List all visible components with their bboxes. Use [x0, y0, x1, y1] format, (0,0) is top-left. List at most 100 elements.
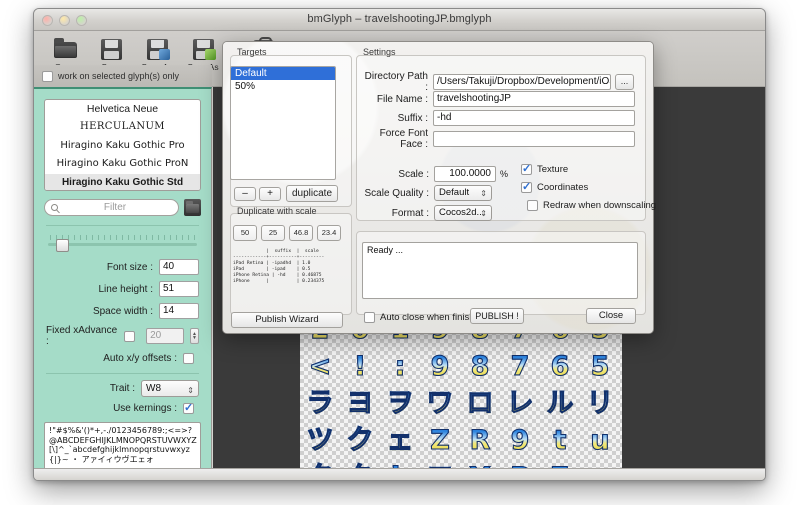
glyph-cell[interactable]: 5 — [580, 348, 620, 385]
scale-quality-select[interactable]: Default — [434, 185, 492, 201]
format-select[interactable]: Cocos2d... — [434, 205, 492, 221]
glyph-cell[interactable]: Y — [460, 459, 500, 468]
scale-button-50[interactable]: 50 — [233, 225, 257, 241]
work-on-selected-glyphs-row[interactable]: work on selected glyph(s) only — [34, 65, 212, 87]
glyph-cell[interactable]: レ — [500, 385, 540, 422]
charset-textarea[interactable]: !"#$%&'()*+,-./0123456789:;<=>?@ABCDEFGH… — [44, 422, 201, 474]
close-dialog-button[interactable]: Close — [586, 308, 636, 324]
file-name-row: File Name : travelshootingJP — [364, 91, 635, 107]
redraw-row[interactable]: Redraw when downscaling — [527, 200, 656, 211]
coordinates-label: Coordinates — [537, 182, 589, 193]
space-width-input[interactable]: 14 — [159, 303, 199, 319]
font-family-list[interactable]: Helvetica Neue HERCULANUM Hiragino Kaku … — [44, 99, 201, 191]
glyph-cell[interactable]: 8 — [460, 348, 500, 385]
space-width-label: Space width : — [92, 305, 153, 317]
duplicate-with-scale-label: Duplicate with scale — [237, 206, 317, 216]
targets-list[interactable]: Default 50% — [230, 66, 336, 180]
glyph-cell[interactable]: ル — [540, 385, 580, 422]
file-name-input[interactable]: travelshootingJP — [433, 91, 635, 107]
glyph-cell[interactable]: t — [540, 422, 580, 459]
glyph-cell[interactable]: P — [500, 459, 540, 468]
glyph-cell[interactable]: ヨ — [340, 385, 380, 422]
file-name-label: File Name : — [376, 93, 428, 105]
font-list-item[interactable]: Hiragino Kaku Gothic ProN — [45, 155, 200, 173]
glyph-cell[interactable]: Z — [420, 422, 460, 459]
publish-confirm-button[interactable]: PUBLISH ! — [470, 308, 524, 324]
glyph-cell[interactable]: k — [380, 459, 420, 468]
fixed-xadvance-checkbox[interactable] — [124, 330, 136, 342]
fixed-xadvance-stepper[interactable]: ▲ ▼ — [190, 328, 199, 344]
auto-offsets-checkbox[interactable] — [183, 353, 194, 364]
directory-path-input[interactable]: /Users/Takuji/Dropbox/Development/iOS/Tr… — [433, 74, 611, 90]
texture-row[interactable]: Texture — [521, 162, 568, 175]
glyph-cell[interactable]: : — [380, 348, 420, 385]
font-list-item[interactable]: Hiragino Kaku Gothic Pro — [45, 137, 200, 155]
glyph-cell[interactable]: ク — [340, 422, 380, 459]
font-settings-sidebar: Helvetica Neue HERCULANUM Hiragino Kaku … — [34, 87, 212, 474]
add-font-folder-button[interactable] — [184, 199, 201, 216]
fixed-xadvance-input[interactable]: 20 — [146, 328, 184, 344]
add-target-button[interactable]: + — [259, 187, 281, 201]
glyph-cell[interactable]: 7 — [540, 459, 580, 468]
glyph-cell[interactable]: R — [460, 422, 500, 459]
glyph-cell[interactable]: タ — [300, 459, 340, 468]
redraw-checkbox[interactable] — [527, 200, 538, 211]
font-list-item-selected[interactable]: Hiragino Kaku Gothic Std — [45, 173, 200, 190]
publish-wizard-button[interactable]: Publish Wizard — [231, 312, 343, 328]
scale-label: Scale : — [398, 168, 429, 180]
glyph-cell[interactable]: < — [300, 348, 340, 385]
glyph-cell[interactable]: q — [580, 459, 620, 468]
coordinates-checkbox[interactable] — [521, 180, 532, 193]
auto-close-checkbox[interactable] — [364, 312, 375, 323]
trait-label: Trait : — [109, 383, 135, 394]
filter-input[interactable]: Filter — [44, 199, 179, 216]
fixed-xadvance-row: Fixed xAdvance : 20 ▲ ▼ — [46, 325, 199, 347]
font-size-slider[interactable] — [48, 235, 197, 253]
console-output: Ready ... — [362, 242, 638, 299]
scale-button-46-8[interactable]: 46.8 — [289, 225, 313, 241]
coordinates-row[interactable]: Coordinates — [521, 180, 589, 193]
glyph-cell[interactable]: エ — [420, 459, 460, 468]
window-titlebar[interactable]: bmGlyph – travelshootingJP.bmglyph — [34, 9, 765, 31]
suffix-input[interactable]: -hd — [433, 110, 635, 126]
glyph-cell[interactable]: 6 — [540, 348, 580, 385]
auto-offsets-label: Auto x/y offsets : — [103, 353, 177, 364]
font-list-item[interactable]: HERCULANUM — [45, 118, 200, 136]
work-on-selected-glyphs-checkbox[interactable] — [42, 70, 53, 82]
slider-track — [48, 243, 197, 246]
auto-close-row[interactable]: Auto close when finished — [364, 312, 485, 323]
browse-directory-button[interactable]: ... — [615, 74, 634, 90]
glyph-cell[interactable]: 9 — [420, 348, 460, 385]
force-font-face-input[interactable] — [433, 131, 635, 147]
trait-select[interactable]: W8 — [141, 380, 199, 398]
glyph-cell[interactable]: ロ — [460, 385, 500, 422]
scale-button-23-4[interactable]: 23.4 — [317, 225, 341, 241]
scale-input[interactable]: 100.0000 — [434, 166, 496, 182]
duplicate-target-button[interactable]: duplicate — [286, 185, 338, 202]
remove-target-button[interactable]: – — [234, 187, 256, 201]
target-list-item[interactable]: 50% — [231, 80, 335, 93]
glyph-cell[interactable]: リ — [580, 385, 620, 422]
glyph-cell[interactable]: ツ — [300, 422, 340, 459]
glyph-cell[interactable]: ェ — [380, 422, 420, 459]
texture-checkbox[interactable] — [521, 162, 532, 175]
glyph-cell[interactable]: ワ — [420, 385, 460, 422]
font-list-item[interactable]: Helvetica Neue — [45, 100, 200, 118]
glyph-cell[interactable]: ヲ — [380, 385, 420, 422]
work-on-selected-glyphs-label: work on selected glyph(s) only — [58, 71, 180, 81]
line-height-input[interactable]: 51 — [159, 281, 199, 297]
floppy-disk-icon — [98, 36, 125, 61]
glyph-cell[interactable]: ク — [340, 459, 380, 468]
font-size-input[interactable]: 40 — [159, 259, 199, 275]
divider — [46, 225, 199, 226]
target-list-item-selected[interactable]: Default — [231, 67, 335, 80]
use-kernings-checkbox[interactable] — [183, 401, 194, 414]
glyph-cell[interactable]: 9 — [500, 422, 540, 459]
glyph-cell[interactable]: u — [580, 422, 620, 459]
glyph-cell[interactable]: 7 — [500, 348, 540, 385]
scale-button-25[interactable]: 25 — [261, 225, 285, 241]
slider-knob[interactable] — [56, 239, 69, 252]
glyph-cell[interactable]: ラ — [300, 385, 340, 422]
glyph-cell[interactable]: ! — [340, 348, 380, 385]
settings-group-label: Settings — [363, 47, 396, 57]
